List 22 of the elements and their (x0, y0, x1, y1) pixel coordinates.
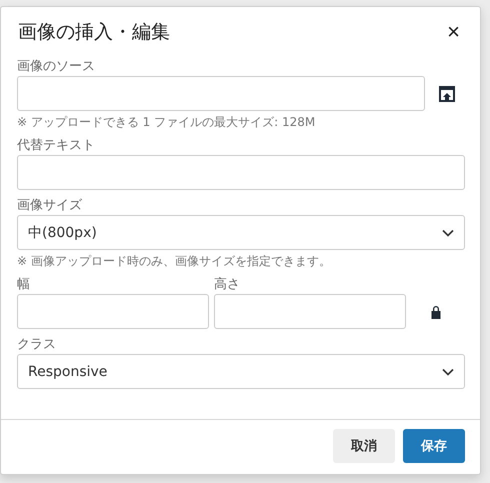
field-label: クラス (17, 336, 57, 354)
upload-icon[interactable] (437, 84, 457, 104)
size-note: ※ 画像アップロード時のみ、画像サイズを指定できます。 (17, 253, 332, 269)
alt-text-field[interactable] (17, 155, 465, 190)
chevron-down-icon (442, 368, 454, 376)
source-note: ※ アップロードできる 1 ファイルの最大サイズ: 128M (17, 114, 316, 130)
height-field[interactable] (214, 294, 406, 329)
close-button[interactable]: × (443, 21, 464, 43)
lock-icon[interactable] (431, 305, 441, 319)
save-button[interactable]: 保存 (403, 429, 465, 463)
dialog-title: 画像の挿入・編集 (18, 20, 170, 45)
field-label: 高さ (214, 276, 241, 294)
field-label: 代替テキスト (17, 137, 96, 155)
field-label: 幅 (17, 276, 31, 294)
field-label: 画像のソース (17, 58, 96, 76)
width-field[interactable] (17, 294, 209, 329)
class-select[interactable]: Responsive (17, 354, 465, 389)
field-label: 画像サイズ (17, 197, 83, 215)
size-select[interactable]: 中(800px) (17, 215, 465, 250)
cancel-button[interactable]: 取消 (333, 429, 395, 463)
source-field[interactable] (17, 76, 425, 111)
chevron-down-icon (442, 228, 454, 236)
